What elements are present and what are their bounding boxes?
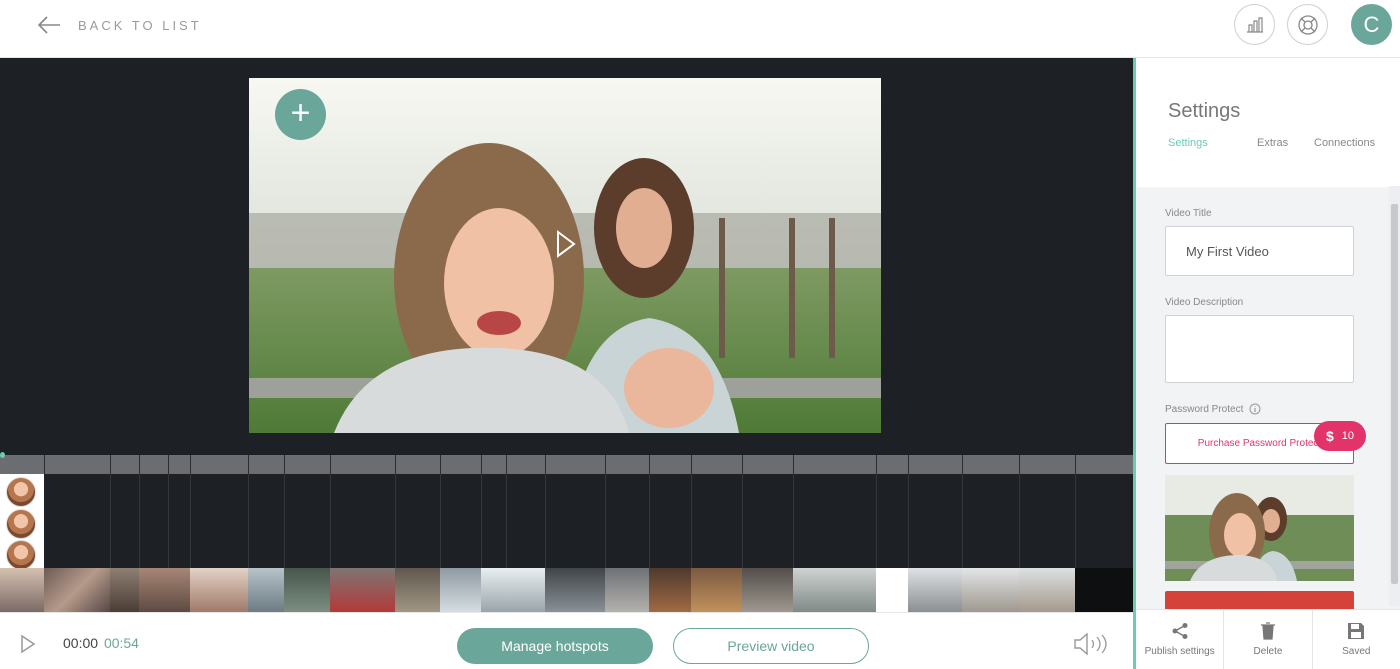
purchase-label: Purchase Password Protect: [1197, 438, 1322, 449]
saved-button[interactable]: Saved: [1313, 610, 1400, 669]
video-preview[interactable]: +: [249, 78, 881, 433]
video-thumbnail[interactable]: [1165, 475, 1354, 581]
scene-thumbnail[interactable]: [44, 568, 110, 612]
video-description-input[interactable]: [1165, 315, 1354, 383]
face-thumbnail[interactable]: [6, 509, 36, 539]
scene-thumbnail[interactable]: [1019, 568, 1075, 612]
scene-thumbnails[interactable]: [0, 568, 1133, 612]
scene-thumbnail[interactable]: [139, 568, 190, 612]
face-thumbnail[interactable]: [6, 477, 36, 507]
scene-thumbnail[interactable]: [284, 568, 330, 612]
settings-footer: Publish settings Delete Saved: [1136, 609, 1400, 669]
scene-thumbnail[interactable]: [793, 568, 876, 612]
play-button[interactable]: [20, 634, 36, 654]
scene-thumbnail[interactable]: [605, 568, 649, 612]
tab-extras[interactable]: Extras: [1257, 137, 1288, 149]
video-title-label: Video Title: [1165, 208, 1212, 219]
bar-chart-icon: [1246, 16, 1263, 33]
analytics-button[interactable]: [1234, 4, 1275, 45]
share-icon: [1172, 623, 1188, 639]
user-avatar[interactable]: C: [1351, 4, 1392, 45]
saved-label: Saved: [1342, 646, 1371, 657]
settings-header: Settings Settings Extras Connections: [1136, 58, 1400, 187]
timeline[interactable]: [0, 452, 1133, 612]
settings-panel: Settings Settings Extras Connections Vid…: [1133, 58, 1400, 669]
tab-connections[interactable]: Connections: [1314, 137, 1375, 149]
arrow-left-icon: [37, 16, 60, 34]
video-title-value: My First Video: [1186, 243, 1269, 259]
scene-thumbnail[interactable]: [110, 568, 139, 612]
top-bar: BACK TO LIST C: [0, 0, 1400, 58]
hotspot-tracks[interactable]: [44, 474, 1133, 568]
duration: 00:54: [103, 635, 139, 651]
password-protect-label: Password Protect: [1165, 403, 1261, 415]
red-action-bar[interactable]: [1165, 591, 1354, 609]
publish-settings-button[interactable]: Publish settings: [1136, 610, 1225, 669]
video-title-input[interactable]: My First Video: [1165, 226, 1354, 276]
delete-button[interactable]: Delete: [1224, 610, 1313, 669]
scene-thumbnail[interactable]: [248, 568, 284, 612]
hotspot-track-faces: [0, 474, 44, 570]
support-button[interactable]: [1287, 4, 1328, 45]
thumbnail-image: [1165, 475, 1354, 581]
playhead[interactable]: [0, 452, 5, 458]
password-protect-text: Password Protect: [1165, 403, 1244, 415]
info-icon[interactable]: [1249, 403, 1261, 415]
scene-thumbnail[interactable]: [691, 568, 742, 612]
current-time: 00:00: [63, 635, 99, 651]
back-label: BACK TO LIST: [78, 17, 202, 33]
scene-thumbnail[interactable]: [330, 568, 395, 612]
video-stage: +: [0, 58, 1133, 455]
scene-thumbnail[interactable]: [742, 568, 793, 612]
price-badge: $ 10: [1314, 421, 1366, 451]
price-value: 10: [1341, 430, 1355, 442]
player-controls: 00:00 00:54 Manage hotspots Preview vide…: [0, 612, 1133, 669]
add-hotspot-button[interactable]: +: [275, 89, 326, 140]
trash-icon: [1260, 622, 1275, 640]
scene-thumbnail[interactable]: [962, 568, 1019, 612]
settings-scrollbar[interactable]: [1389, 186, 1400, 606]
tab-settings[interactable]: Settings: [1168, 137, 1208, 149]
play-icon[interactable]: [555, 230, 577, 258]
lifebuoy-icon: [1297, 14, 1318, 35]
back-to-list-link[interactable]: BACK TO LIST: [36, 14, 202, 36]
scene-thumbnail[interactable]: [395, 568, 440, 612]
settings-title: Settings: [1168, 100, 1241, 122]
preview-video-button[interactable]: Preview video: [673, 628, 869, 664]
scene-thumbnail[interactable]: [190, 568, 248, 612]
video-description-label: Video Description: [1165, 297, 1244, 308]
publish-settings-label: Publish settings: [1144, 646, 1215, 657]
avatar-initial: C: [1363, 11, 1380, 37]
save-icon: [1348, 623, 1365, 639]
price-symbol: $: [1325, 428, 1334, 444]
timeline-ruler[interactable]: [0, 452, 1133, 474]
scene-thumbnail[interactable]: [0, 568, 44, 612]
scene-thumbnail[interactable]: [440, 568, 481, 612]
scene-thumbnail[interactable]: [908, 568, 962, 612]
volume-icon[interactable]: [1073, 632, 1113, 656]
scene-thumbnail[interactable]: [1075, 568, 1133, 612]
face-thumbnail[interactable]: [6, 540, 36, 570]
delete-label: Delete: [1253, 646, 1283, 657]
scene-thumbnail[interactable]: [545, 568, 605, 612]
scene-thumbnail[interactable]: [649, 568, 691, 612]
manage-hotspots-button[interactable]: Manage hotspots: [457, 628, 653, 664]
time-display: 00:00 00:54: [63, 635, 139, 651]
scene-thumbnail[interactable]: [481, 568, 545, 612]
